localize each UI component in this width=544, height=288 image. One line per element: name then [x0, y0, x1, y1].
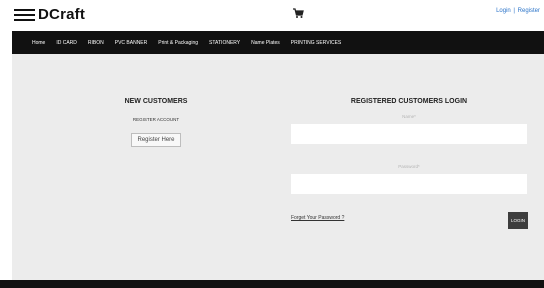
nav-item-ribon[interactable]: RIBON [88, 40, 104, 46]
password-input[interactable] [291, 174, 527, 194]
account-panel: NEW CUSTOMERS REGISTER ACCOUNT Register … [12, 54, 544, 280]
forgot-password-link[interactable]: Forget Your Password ? [291, 215, 344, 221]
nav-item-home[interactable]: Home [32, 40, 45, 46]
site-footer [0, 280, 544, 288]
auth-links: Login | Register [496, 8, 540, 14]
nav-item-printing-services[interactable]: PRINTING SERVICES [291, 40, 341, 46]
register-account-label: REGISTER ACCOUNT [132, 117, 180, 122]
site-header: DCraft Login | Register [0, 0, 544, 31]
cart-icon[interactable] [292, 7, 304, 19]
name-label: Name* [402, 114, 416, 119]
new-customers-section: NEW CUSTOMERS REGISTER ACCOUNT Register … [102, 98, 210, 147]
nav-item-print-packaging[interactable]: Print & Packaging [158, 40, 198, 46]
new-customers-title: NEW CUSTOMERS [124, 98, 188, 105]
logo-text: DCraft [38, 6, 86, 23]
register-link[interactable]: Register [518, 8, 540, 14]
nav-item-stationery[interactable]: STATIONERY [209, 40, 240, 46]
register-here-button[interactable]: Register Here [131, 133, 181, 147]
logo-lines-icon [14, 8, 35, 21]
main-nav: Home ID CARD RIBON PVC BANNER Print & Pa… [12, 31, 544, 54]
login-section: REGISTERED CUSTOMERS LOGIN Name* Passwor… [291, 98, 528, 229]
auth-separator: | [513, 8, 515, 14]
password-label: Password* [398, 164, 420, 169]
logo[interactable]: DCraft [14, 6, 85, 23]
login-title: REGISTERED CUSTOMERS LOGIN [350, 98, 468, 105]
login-link[interactable]: Login [496, 8, 511, 14]
nav-item-pvc-banner[interactable]: PVC BANNER [115, 40, 148, 46]
login-button[interactable]: LOGIN [508, 212, 528, 229]
name-input[interactable] [291, 124, 527, 144]
nav-item-name-plates[interactable]: Name Plates [251, 40, 280, 46]
nav-item-id-card[interactable]: ID CARD [56, 40, 77, 46]
